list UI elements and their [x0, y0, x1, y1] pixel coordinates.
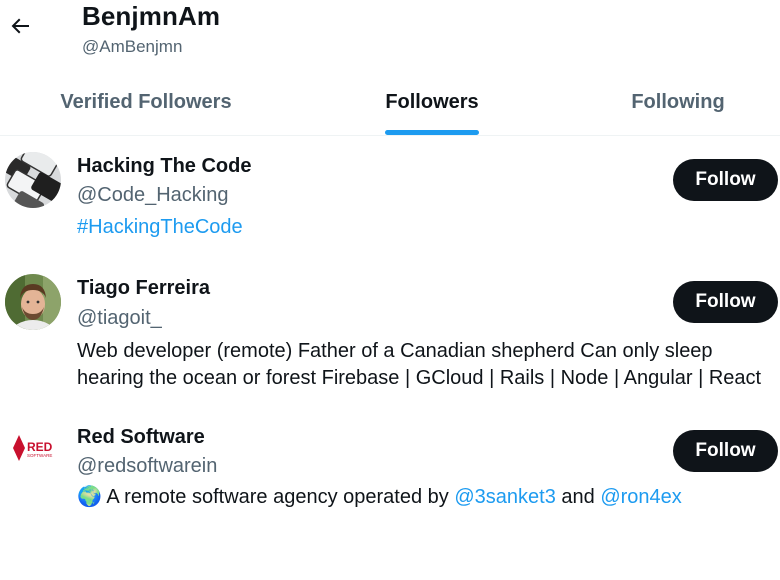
- user-bio: Web developer (remote) Father of a Canad…: [77, 338, 780, 392]
- user-cell[interactable]: Tiago Ferreira @tiagoit_ Web developer (…: [0, 258, 780, 398]
- tab-followers[interactable]: Followers: [292, 70, 572, 135]
- user-cell[interactable]: RED SOFTWARE Red Software @redsoftwarein…: [0, 408, 780, 528]
- avatar[interactable]: RED SOFTWARE: [5, 420, 61, 476]
- user-name[interactable]: Tiago Ferreira: [77, 276, 210, 300]
- bio-line: hearing the ocean or forest Firebase | G…: [77, 367, 762, 389]
- tab-label: Followers: [385, 91, 479, 113]
- active-tab-indicator: [385, 130, 479, 135]
- profile-header: BenjmnAm @AmBenjmn: [0, 0, 780, 70]
- user-name[interactable]: Hacking The Code: [77, 154, 251, 178]
- diamond-icon: [13, 435, 25, 461]
- user-cell[interactable]: Hacking The Code @Code_Hacking #HackingT…: [0, 136, 780, 256]
- bio-text: and: [561, 486, 595, 508]
- bio-text: A remote software agency operated by: [106, 486, 449, 508]
- company-logo: RED SOFTWARE: [13, 435, 53, 461]
- hashtag-link[interactable]: #HackingTheCode: [77, 216, 243, 238]
- tab-label: Following: [631, 91, 725, 113]
- tab-verified-followers[interactable]: Verified Followers: [0, 70, 292, 135]
- avatar[interactable]: [5, 152, 61, 208]
- user-handle[interactable]: @redsoftwarein: [77, 454, 217, 478]
- user-handle[interactable]: @Code_Hacking: [77, 183, 229, 207]
- tab-label: Verified Followers: [60, 91, 232, 113]
- follow-button[interactable]: Follow: [673, 281, 778, 323]
- avatar[interactable]: [5, 274, 61, 330]
- tab-bar: Verified Followers Followers Following: [0, 70, 780, 136]
- mention-link[interactable]: @3sanket3: [454, 486, 555, 508]
- bio-line: Web developer (remote) Father of a Canad…: [77, 340, 713, 362]
- avatar-image: [5, 152, 61, 208]
- tab-following[interactable]: Following: [572, 70, 780, 135]
- user-handle[interactable]: @tiagoit_: [77, 306, 162, 330]
- follow-button[interactable]: Follow: [673, 159, 778, 201]
- avatar-image: [5, 274, 61, 330]
- profile-handle: @AmBenjmn: [82, 37, 183, 56]
- back-button[interactable]: [4, 10, 36, 42]
- arrow-left-icon: [11, 18, 29, 34]
- logo-subtext: SOFTWARE: [27, 453, 52, 458]
- logo-text: RED: [27, 440, 53, 454]
- user-name[interactable]: Red Software: [77, 425, 205, 449]
- mention-link[interactable]: @ron4ex: [600, 486, 681, 508]
- follow-button[interactable]: Follow: [673, 430, 778, 472]
- user-bio: #HackingTheCode: [77, 214, 780, 241]
- profile-name: BenjmnAm: [82, 1, 221, 31]
- globe-icon: 🌍: [77, 486, 102, 508]
- user-bio: 🌍 A remote software agency operated by @…: [77, 484, 780, 511]
